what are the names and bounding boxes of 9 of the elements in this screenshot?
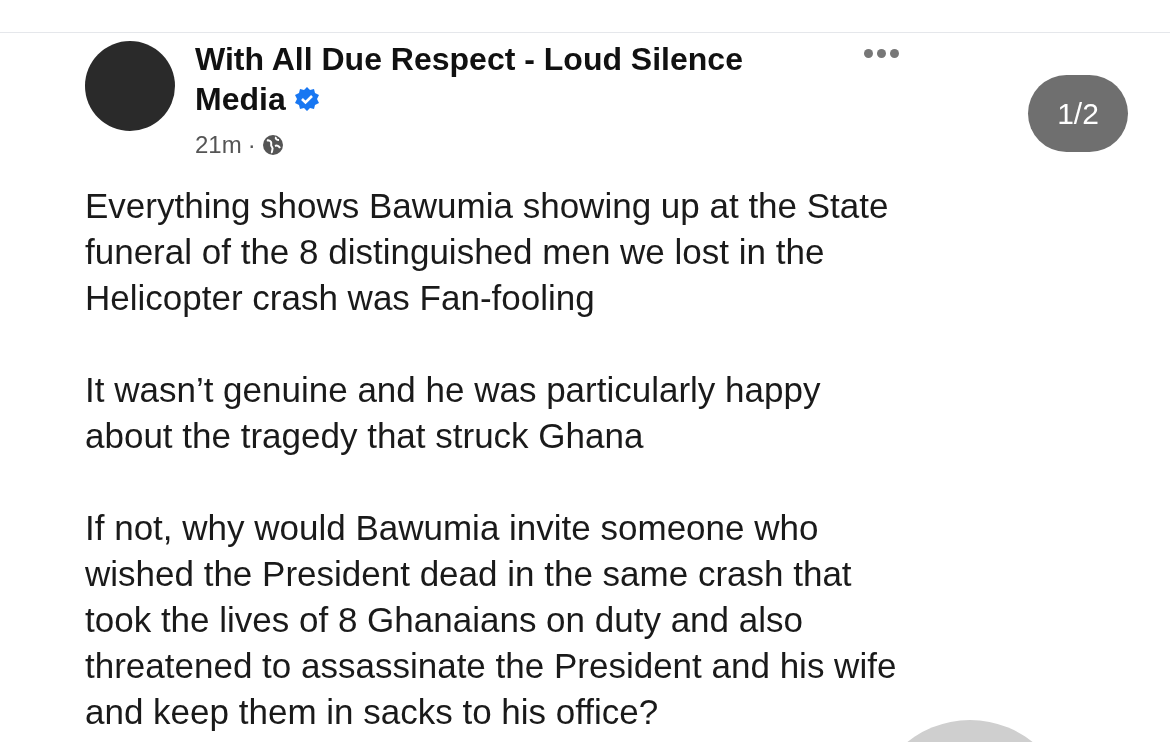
more-options-icon[interactable] bbox=[864, 49, 899, 58]
post-time: 21m bbox=[195, 130, 242, 160]
post-paragraph: It wasn’t genuine and he was particularly happy about the tragedy that struck Ghana bbox=[85, 369, 822, 457]
author-name[interactable]: With All Due Respect - Loud Silence Media bbox=[195, 39, 795, 119]
image-counter: 1/2 bbox=[1028, 75, 1128, 152]
separator: · bbox=[247, 130, 256, 160]
post-paragraph: Everything shows Bawumia showing up at the State funeral of the 8 distinguished men we lost in the Helicopter crash was Fan-fooling bbox=[85, 185, 890, 319]
globe-icon bbox=[261, 134, 284, 156]
post-paragraph: If not, why would Bawumia invite someone who wished the President dead in the same crash that took the lives of 8 Ghanaians on duty and also threatened to assassinate the President and his wife and keep them in sacks to his office? bbox=[85, 507, 897, 733]
